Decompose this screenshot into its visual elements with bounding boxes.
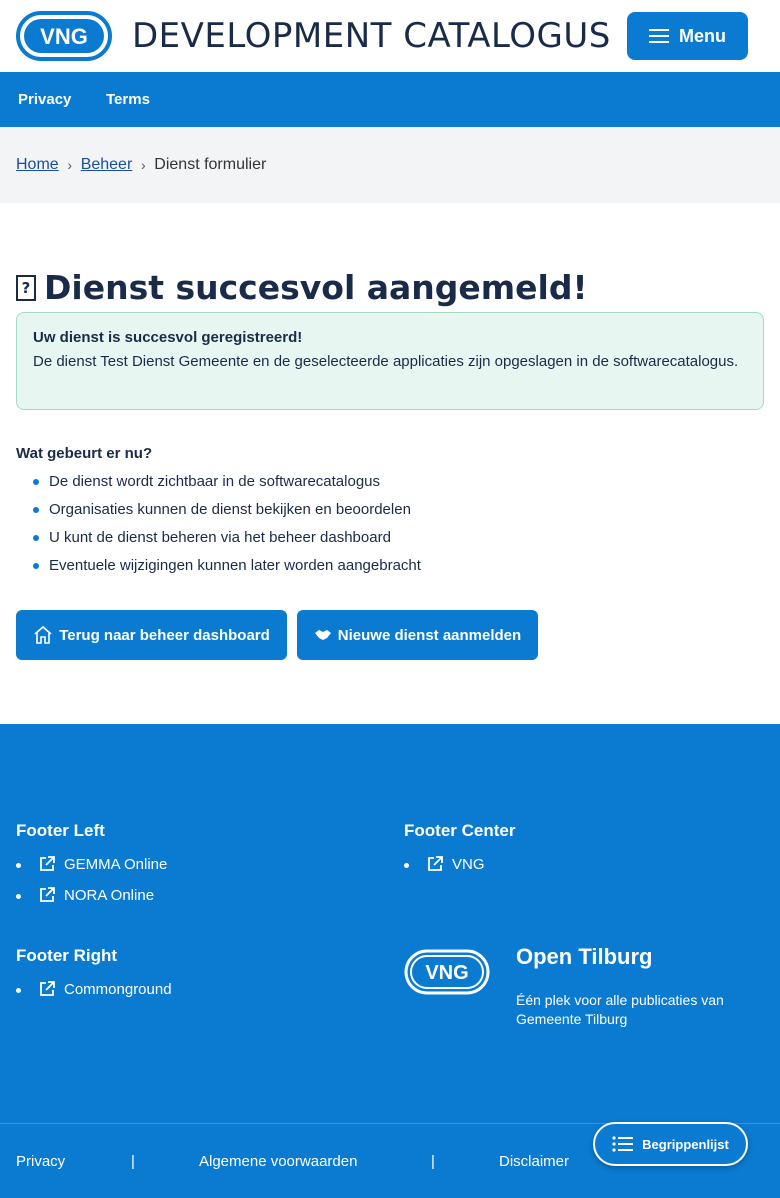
page-title: ? Dienst succesvol aangemeld!	[16, 268, 588, 307]
breadcrumb-home-link[interactable]: Home	[16, 156, 59, 174]
list-item: Organisaties kunnen de dienst bekijken e…	[33, 498, 421, 526]
success-alert: Uw dienst is succesvol geregistreerd! De…	[16, 312, 764, 410]
footer-link-label: VNG	[452, 855, 485, 873]
bullet	[16, 863, 21, 868]
footer-link-gemma[interactable]: GEMMA Online	[16, 855, 168, 873]
site-title: DEVELOPMENT CATALOGUS	[132, 16, 611, 56]
back-to-dashboard-button[interactable]: Terug naar beheer dashboard	[16, 610, 287, 660]
footer-link-vng[interactable]: VNG	[404, 855, 485, 873]
back-to-dashboard-label: Terug naar beheer dashboard	[59, 626, 270, 644]
chevron-right-icon: ›	[67, 157, 73, 173]
missing-glyph-icon: ?	[16, 274, 36, 301]
external-link-icon	[40, 887, 55, 902]
breadcrumb-bar: Home › Beheer › Dienst formulier	[0, 127, 780, 203]
separator: |	[431, 1153, 435, 1170]
next-steps-list: De dienst wordt zichtbaar in de software…	[33, 470, 421, 582]
breadcrumb: Home › Beheer › Dienst formulier	[16, 156, 266, 174]
footer-brand-name: Open Tilburg	[516, 944, 653, 969]
list-item: De dienst wordt zichtbaar in de software…	[33, 470, 421, 498]
page-title-text: Dienst succesvol aangemeld!	[44, 268, 588, 307]
alert-text: De dienst Test Dienst Gemeente en de ges…	[33, 353, 739, 370]
separator: |	[131, 1153, 135, 1170]
external-link-icon	[40, 981, 55, 996]
topnav-privacy-link[interactable]: Privacy	[18, 91, 71, 108]
top-navigation: Privacy Terms	[0, 72, 780, 127]
footer-vng-logo: VNG	[404, 949, 490, 995]
footer-link-label: GEMMA Online	[64, 855, 168, 873]
next-steps-heading: Wat gebeurt er nu?	[16, 445, 153, 462]
footer-disclaimer-link[interactable]: Disclaimer	[499, 1153, 569, 1170]
footer-link-commonground[interactable]: Commonground	[16, 980, 172, 998]
breadcrumb-beheer-link[interactable]: Beheer	[81, 156, 133, 174]
new-service-button[interactable]: Nieuwe dienst aanmelden	[297, 610, 538, 660]
topnav-terms-link[interactable]: Terms	[106, 91, 150, 108]
footer-link-label: NORA Online	[64, 886, 155, 904]
bullet	[404, 863, 409, 868]
menu-label: Menu	[679, 25, 726, 46]
bullet	[16, 894, 21, 899]
list-item: U kunt de dienst beheren via het beheer …	[33, 526, 421, 554]
site-header: VNG DEVELOPMENT CATALOGUS Menu	[0, 0, 780, 72]
glossary-label: Begrippenlijst	[642, 1136, 729, 1152]
home-icon	[34, 625, 52, 644]
bullet	[16, 988, 21, 993]
new-service-label: Nieuwe dienst aanmelden	[337, 626, 522, 644]
footer-left-heading: Footer Left	[16, 821, 105, 840]
list-item: Eventuele wijzigingen kunnen later worde…	[33, 554, 421, 582]
hamburger-icon	[649, 29, 669, 43]
list-icon	[612, 1136, 634, 1152]
footer-right-heading: Footer Right	[16, 946, 118, 965]
logo-text: VNG	[40, 24, 88, 49]
external-link-icon	[40, 856, 55, 871]
breadcrumb-current: Dienst formulier	[154, 156, 267, 173]
footer-logo-text: VNG	[425, 962, 468, 984]
glossary-button[interactable]: Begrippenlijst	[593, 1122, 748, 1166]
footer-link-label: Commonground	[64, 980, 172, 998]
footer-privacy-link[interactable]: Privacy	[16, 1153, 65, 1170]
footer-center-heading: Footer Center	[404, 821, 516, 840]
external-link-icon	[428, 856, 443, 871]
site-footer: Footer Left GEMMA Online NORA Online Foo…	[0, 724, 780, 1123]
footer-tagline: Één plek voor alle publicaties van Gemee…	[516, 992, 724, 1027]
chevron-right-icon: ›	[140, 157, 146, 173]
menu-button[interactable]: Menu	[627, 12, 748, 60]
footer-terms-link[interactable]: Algemene voorwaarden	[199, 1153, 357, 1170]
handshake-icon	[314, 630, 331, 640]
vng-logo[interactable]: VNG	[16, 11, 112, 61]
alert-title: Uw dienst is succesvol geregistreerd!	[33, 329, 303, 346]
footer-link-nora[interactable]: NORA Online	[16, 886, 155, 904]
